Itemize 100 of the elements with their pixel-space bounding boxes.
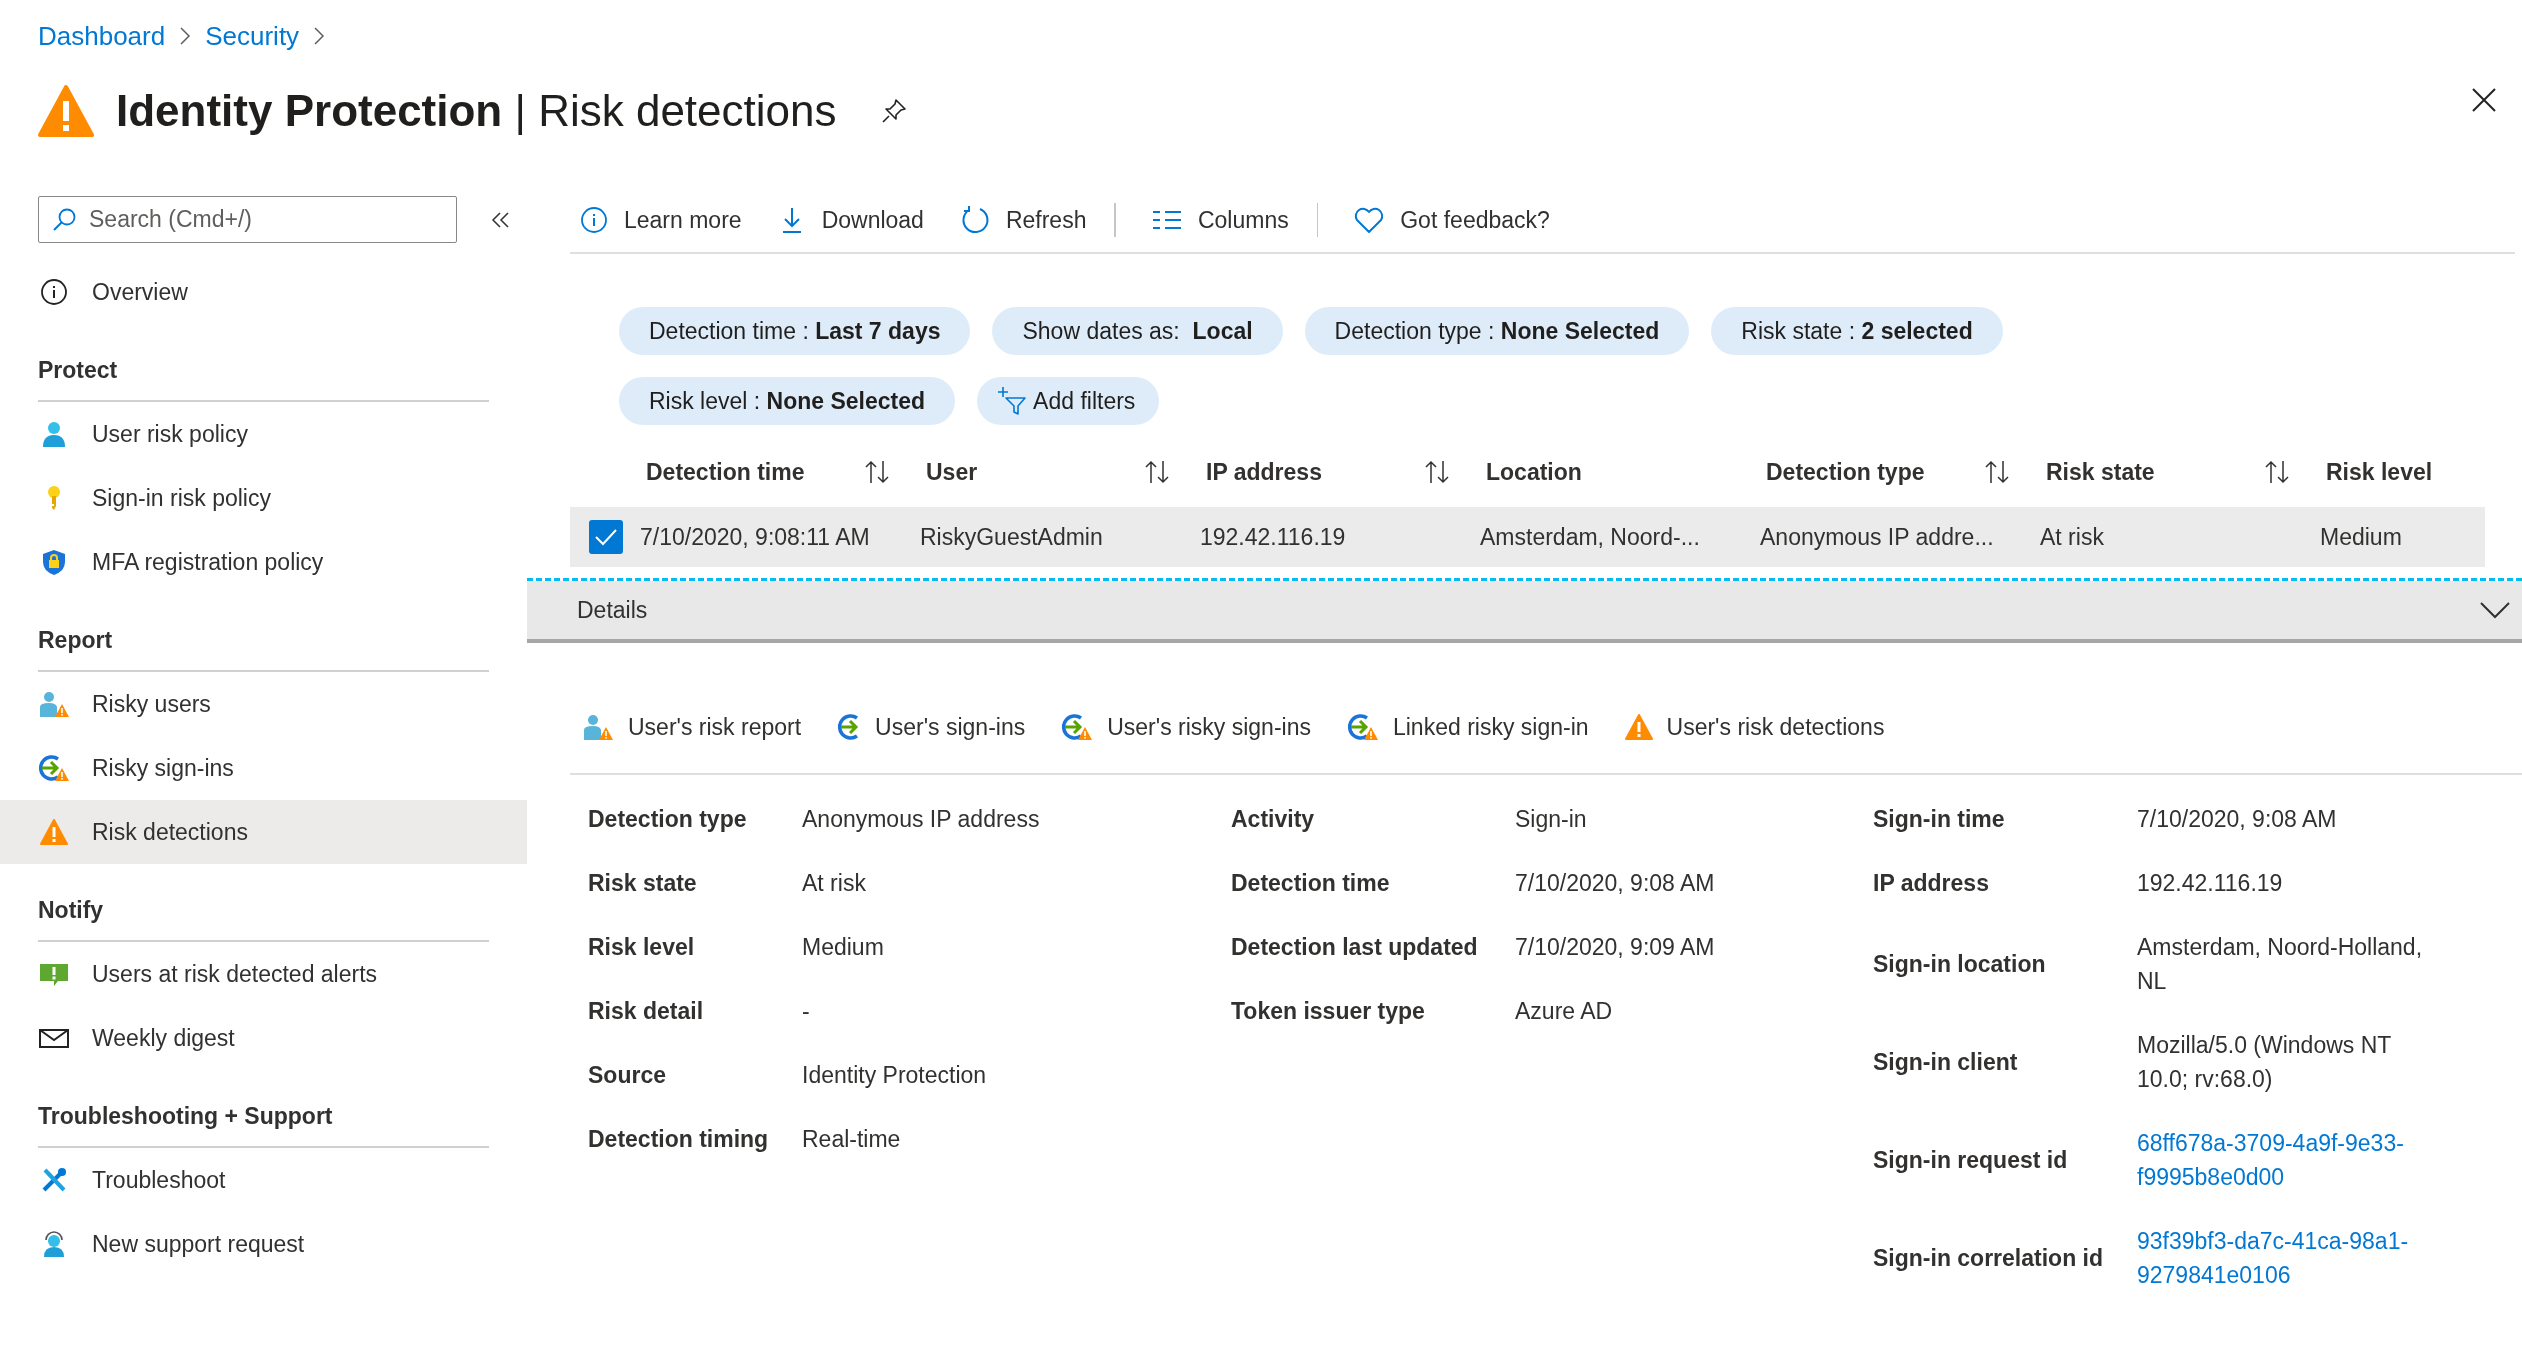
table-cell-text: At risk (2040, 523, 2105, 551)
field-label: Sign-in location (1873, 950, 2046, 979)
table-cell-text: Amsterdam, Noord-... (1480, 523, 1701, 551)
field-label: Detection timing (588, 1125, 769, 1154)
close-button[interactable] (2470, 86, 2498, 114)
column-header[interactable]: Risk level (2320, 447, 2510, 497)
sidebar-item[interactable]: Users at risk detected alerts (0, 942, 527, 1006)
sort-arrows-icon (1144, 459, 1170, 485)
field-value: Sign-in (1515, 805, 1587, 834)
columns-icon (1151, 208, 1182, 232)
column-header[interactable]: Risk state (2040, 447, 2320, 497)
related-link[interactable]: Linked risky sign-in (1346, 703, 1589, 751)
toolbar-button[interactable]: Learn more (580, 196, 742, 244)
close-icon (2470, 86, 2498, 114)
related-link[interactable]: User's risky sign-ins (1061, 703, 1311, 751)
sidebar-item[interactable]: Risk detections (0, 800, 527, 864)
filter-chip[interactable]: Detection type : None Selected (1304, 307, 1690, 355)
info-icon (580, 206, 608, 234)
section-heading: Troubleshooting + Support (38, 1070, 489, 1148)
field-label: Sign-in time (1873, 805, 2005, 834)
field-label: Risk level (588, 933, 695, 962)
related-link[interactable]: User's sign-ins (837, 703, 1026, 751)
field-label: Token issuer type (1231, 997, 1425, 1026)
column-header[interactable]: Detection time (640, 447, 920, 497)
search-icon (51, 206, 77, 233)
field-value: 7/10/2020, 9:09 AM (1515, 933, 1715, 962)
field-value: Mozilla/5.0 (Windows NT 10.0; rv:68.0) (2137, 1031, 2392, 1094)
sidebar-item[interactable]: Risky users (0, 672, 527, 736)
sidebar-item[interactable]: MFA registration policy (0, 530, 527, 594)
search-field[interactable]: Search (Cmd+/) (38, 196, 457, 243)
sort-arrows-icon (1424, 459, 1450, 485)
field-label: Sign-in correlation id (1873, 1244, 2103, 1273)
section-heading: Report (38, 594, 489, 672)
id-link[interactable]: 68ff678a-3709-4a9f-9e33-f9995b8e0d00 (2137, 1126, 2437, 1194)
field-value: - (802, 997, 810, 1026)
filter-chip[interactable]: Risk state : 2 selected (1711, 307, 2003, 355)
toolbar-button[interactable]: Download (777, 196, 924, 244)
field-label: Detection type (588, 805, 747, 834)
field-value: Azure AD (1515, 997, 1613, 1026)
toolbar-button[interactable]: Got feedback? (1354, 196, 1550, 244)
field-value: Identity Protection (802, 1061, 987, 1090)
column-header[interactable]: User (920, 447, 1200, 497)
person-warning-icon (582, 713, 614, 741)
field-label: Risk detail (588, 997, 704, 1026)
field-label: IP address (1873, 869, 1989, 898)
shield-lock-icon (40, 548, 68, 576)
add-filters-button[interactable]: Add filters (977, 377, 1160, 425)
sidebar-item[interactable]: Sign-in risk policy (0, 466, 527, 530)
field-value: Real-time (802, 1125, 901, 1154)
filter-chip[interactable]: Detection time : Last 7 days (619, 307, 971, 355)
sidebar-item[interactable]: Risky sign-ins (0, 736, 527, 800)
warning-icon (38, 83, 94, 139)
related-link[interactable]: User's risk report (582, 703, 802, 751)
sort-arrows-icon (1984, 459, 2010, 485)
field-value: Medium (802, 933, 884, 962)
id-link[interactable]: 93f39bf3-da7c-41ca-98a1-9279841e0106 (2137, 1224, 2437, 1292)
toolbar-button[interactable]: Columns (1151, 196, 1289, 244)
sidebar-item[interactable]: User risk policy (0, 402, 527, 466)
field-value: 7/10/2020, 9:08 AM (2137, 805, 2337, 834)
section-heading: Notify (38, 864, 489, 942)
warning-icon (1624, 713, 1653, 741)
filter-chip[interactable]: Risk level : None Selected (619, 377, 956, 425)
field-value: At risk (802, 869, 866, 898)
sign-in-warning-icon (38, 754, 70, 782)
tools-icon (40, 1166, 68, 1194)
sidebar-item[interactable]: Troubleshoot (0, 1148, 527, 1212)
field-value: 192.42.116.19 (2137, 869, 2283, 898)
sidebar-item[interactable]: Weekly digest (0, 1006, 527, 1070)
table-cell-text: RiskyGuestAdmin (920, 523, 1104, 551)
breadcrumb-link[interactable]: Security (205, 20, 300, 52)
pin-button[interactable] (880, 97, 909, 125)
info-icon (40, 278, 68, 306)
table-cell-text: 192.42.116.19 (1200, 523, 1347, 551)
field-label: Detection time (1231, 869, 1390, 898)
sort-arrows-icon (2264, 459, 2290, 485)
breadcrumb-link[interactable]: Dashboard (38, 20, 166, 52)
column-header[interactable]: Location (1480, 447, 1760, 497)
page-title: Identity Protection | Risk detections (116, 86, 837, 136)
person-warning-icon (38, 690, 70, 718)
section-heading: Protect (38, 324, 489, 402)
table-cell-text: Medium (2320, 523, 2403, 551)
column-header[interactable]: IP address (1200, 447, 1480, 497)
field-value: Anonymous IP address (802, 805, 1040, 834)
double-chevron-left-icon (491, 209, 511, 230)
filter-plus-icon (997, 386, 1028, 416)
refresh-icon (959, 205, 990, 235)
sign-in-warning-icon (1346, 713, 1379, 741)
details-bar[interactable]: Details (527, 581, 2522, 643)
field-label: Source (588, 1061, 666, 1090)
sidebar-item[interactable]: Overview (0, 260, 527, 324)
toolbar-button[interactable]: Refresh (959, 196, 1087, 244)
field-label: Sign-in client (1873, 1048, 2018, 1077)
sidebar-item[interactable]: New support request (0, 1212, 527, 1276)
row-checkbox[interactable] (589, 520, 623, 554)
sort-arrows-icon (864, 459, 890, 485)
table-cell-text: 7/10/2020, 9:08:11 AM (640, 523, 871, 551)
heart-icon (1354, 206, 1385, 234)
column-header[interactable]: Detection type (1760, 447, 2040, 497)
related-link[interactable]: User's risk detections (1624, 703, 1885, 751)
filter-chip[interactable]: Show dates as: Local (992, 307, 1283, 355)
